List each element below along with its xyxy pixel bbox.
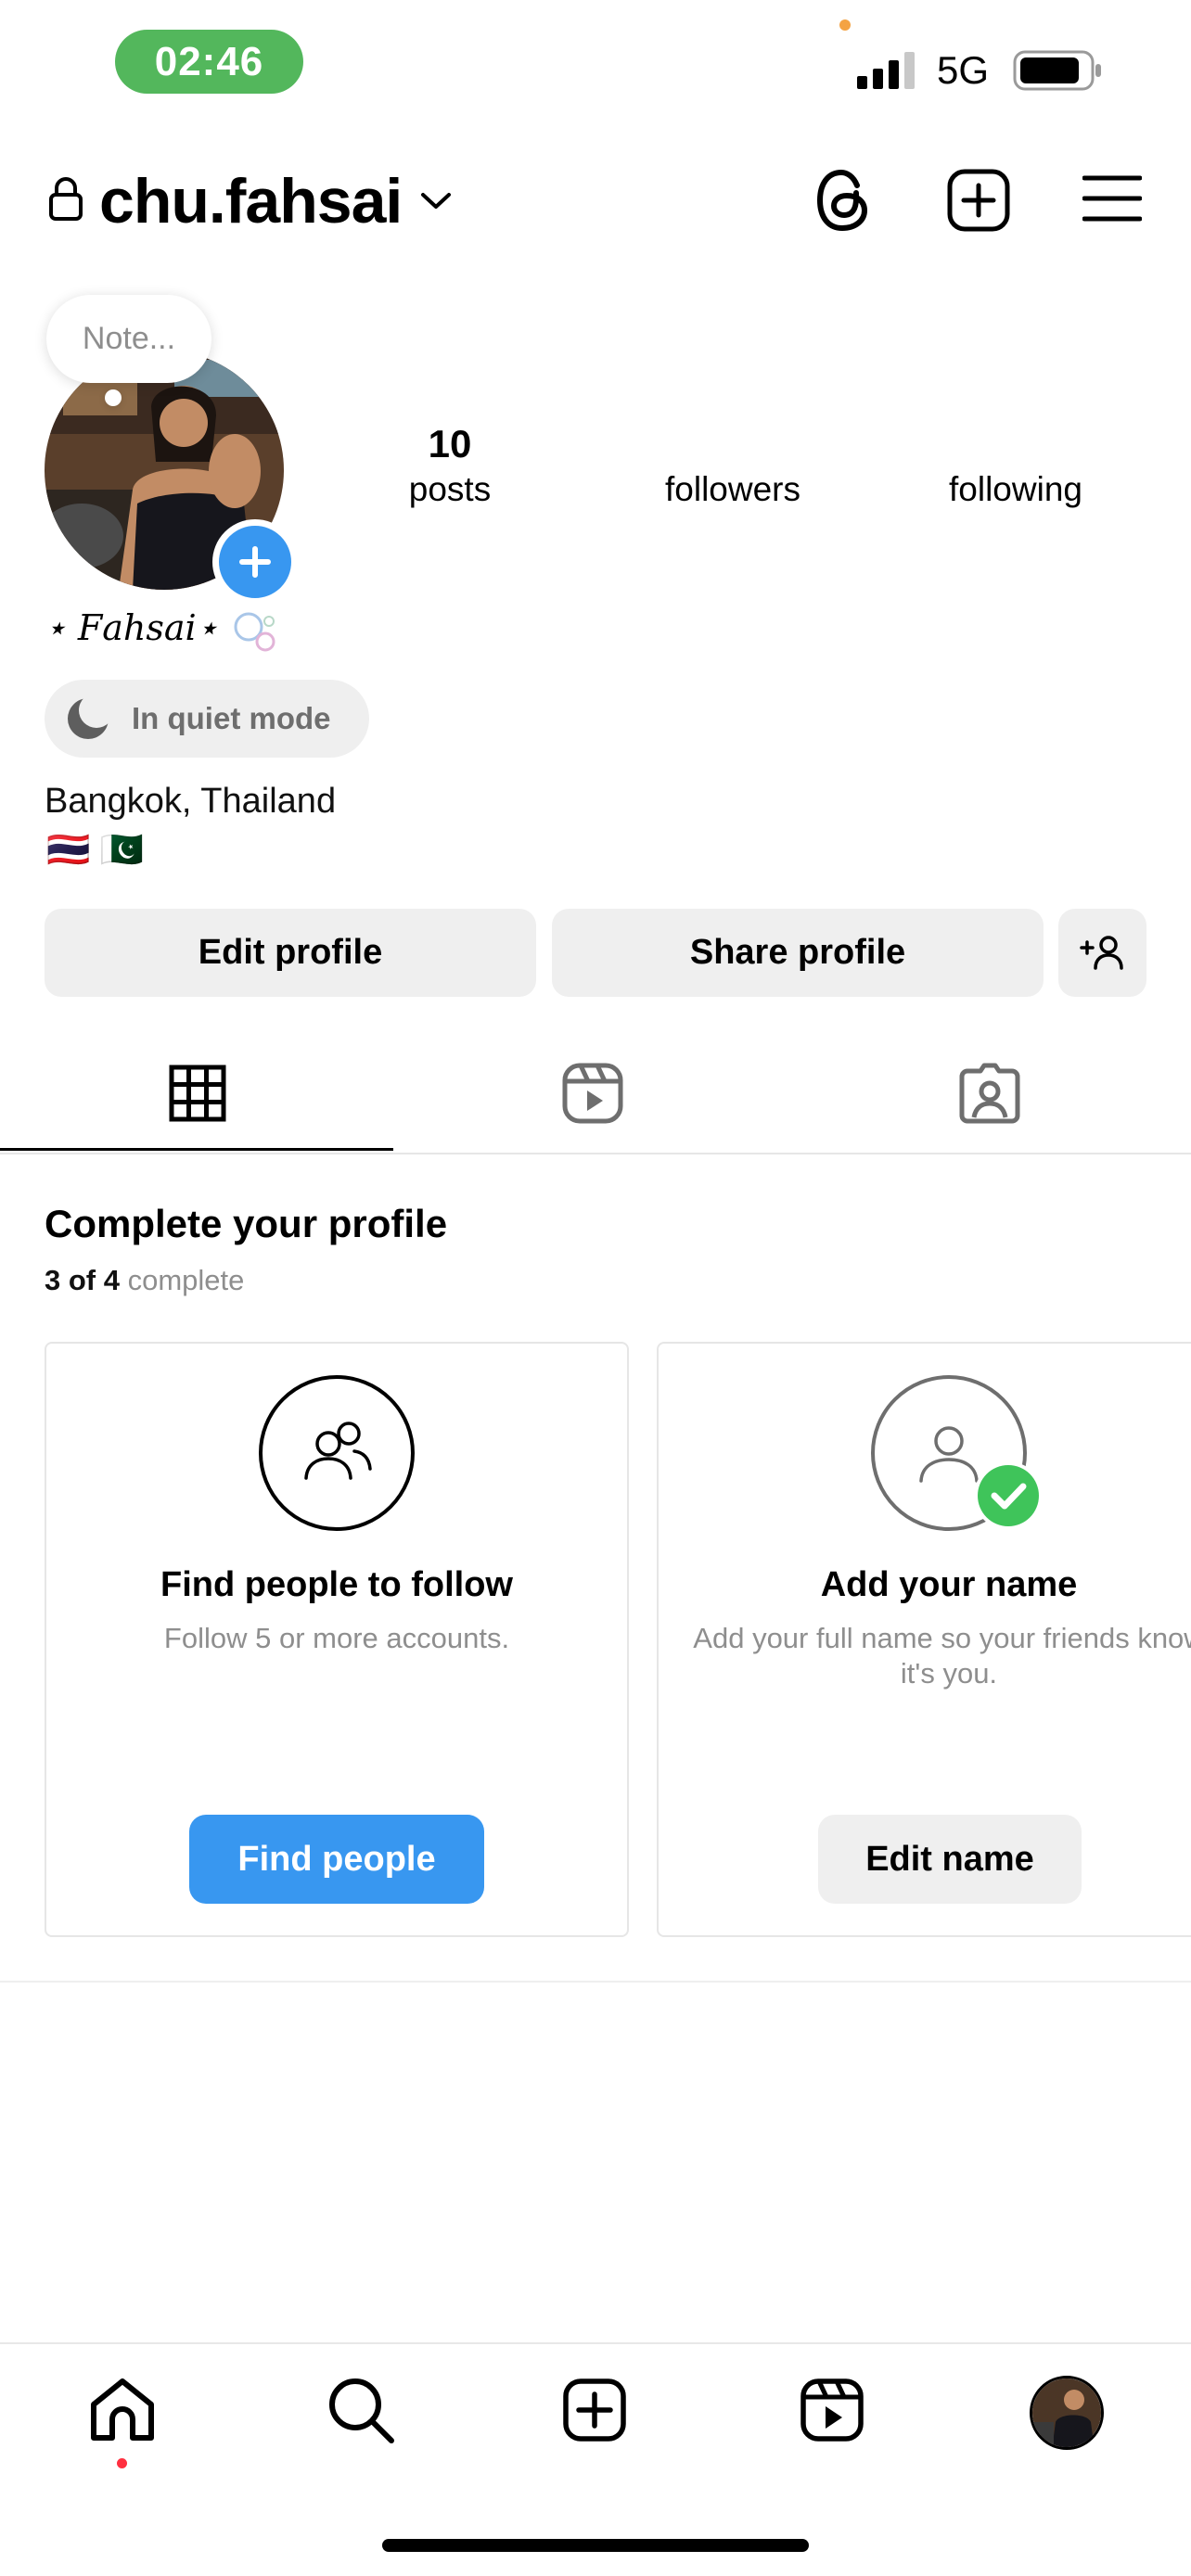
stat-followers-value bbox=[640, 422, 826, 466]
stat-following-label: following bbox=[949, 470, 1082, 508]
add-name-subtitle: Add your full name so your friends know … bbox=[693, 1622, 1191, 1690]
quiet-mode-pill[interactable]: In quiet mode bbox=[45, 680, 369, 758]
stat-followers-label: followers bbox=[665, 470, 800, 508]
display-name: ⋆ 𝐹𝑎ℎ𝑠𝑎𝑖⋆ bbox=[45, 607, 219, 648]
chevron-down-icon[interactable] bbox=[419, 190, 453, 212]
stat-followers[interactable]: followers bbox=[640, 422, 826, 509]
profile-avatar-tab[interactable] bbox=[1030, 2376, 1104, 2450]
battery-icon bbox=[1013, 50, 1104, 91]
profile-username[interactable]: chu.fahsai bbox=[99, 165, 403, 237]
privacy-indicator-dot bbox=[839, 19, 851, 31]
grid-tab-icon[interactable] bbox=[169, 1065, 226, 1122]
tabs-divider bbox=[0, 1153, 1191, 1154]
complete-profile-progress: 3 of 4 complete bbox=[45, 1264, 244, 1297]
edit-name-button[interactable]: Edit name bbox=[818, 1815, 1082, 1904]
find-people-button[interactable]: Find people bbox=[189, 1815, 484, 1904]
stat-following[interactable]: following bbox=[923, 422, 1108, 509]
reels-icon[interactable] bbox=[800, 2378, 864, 2442]
network-type: 5G bbox=[937, 48, 990, 92]
edit-profile-button[interactable]: Edit profile bbox=[45, 909, 536, 997]
create-icon[interactable] bbox=[563, 2378, 626, 2442]
progress-suffix: complete bbox=[119, 1264, 245, 1296]
stat-posts[interactable]: 10 posts bbox=[376, 422, 524, 509]
progress-count: 3 of 4 bbox=[45, 1264, 120, 1296]
add-story-button[interactable] bbox=[212, 519, 298, 605]
home-icon[interactable] bbox=[88, 2377, 157, 2443]
bottom-nav-divider bbox=[0, 2342, 1191, 2344]
search-icon[interactable] bbox=[327, 2376, 395, 2444]
add-name-title: Add your name bbox=[820, 1565, 1078, 1604]
lock-icon bbox=[48, 176, 83, 221]
find-people-subtitle: Follow 5 or more accounts. bbox=[163, 1622, 510, 1654]
note-placeholder: Note... bbox=[82, 321, 176, 356]
status-time: 02:46 bbox=[115, 30, 303, 94]
moon-icon bbox=[67, 697, 109, 740]
tagged-tab-icon[interactable] bbox=[958, 1062, 1021, 1125]
create-plus-icon[interactable] bbox=[947, 169, 1010, 232]
note-bubble[interactable]: Note... bbox=[46, 295, 211, 383]
quiet-mode-label: In quiet mode bbox=[132, 701, 331, 735]
discover-people-button[interactable] bbox=[1058, 909, 1146, 997]
complete-profile-title: Complete your profile bbox=[45, 1202, 448, 1245]
signal-icon bbox=[857, 52, 920, 89]
bubbles-icon bbox=[232, 610, 278, 653]
stat-posts-label: posts bbox=[408, 470, 492, 508]
note-bubble-tail bbox=[105, 389, 122, 406]
bio-flags: 🇹🇭 🇵🇰 bbox=[46, 831, 145, 870]
people-icon bbox=[258, 1374, 416, 1532]
find-people-title: Find people to follow bbox=[160, 1565, 513, 1604]
home-indicator bbox=[382, 2539, 809, 2552]
active-tab-indicator bbox=[0, 1148, 393, 1151]
add-name-card-clip: Add your name Add your full name so your… bbox=[657, 1342, 1191, 1937]
stat-following-value bbox=[923, 422, 1108, 466]
reels-tab-icon[interactable] bbox=[562, 1063, 623, 1124]
stat-posts-value: 10 bbox=[428, 422, 472, 465]
section-divider bbox=[0, 1981, 1191, 1983]
home-notification-dot bbox=[117, 2458, 127, 2468]
threads-icon[interactable] bbox=[813, 167, 873, 234]
bio-location: Bangkok, Thailand bbox=[45, 782, 337, 821]
share-profile-button[interactable]: Share profile bbox=[552, 909, 1044, 997]
menu-icon[interactable] bbox=[1082, 174, 1142, 223]
add-person-icon bbox=[1079, 935, 1126, 972]
user-check-icon bbox=[870, 1374, 1046, 1550]
